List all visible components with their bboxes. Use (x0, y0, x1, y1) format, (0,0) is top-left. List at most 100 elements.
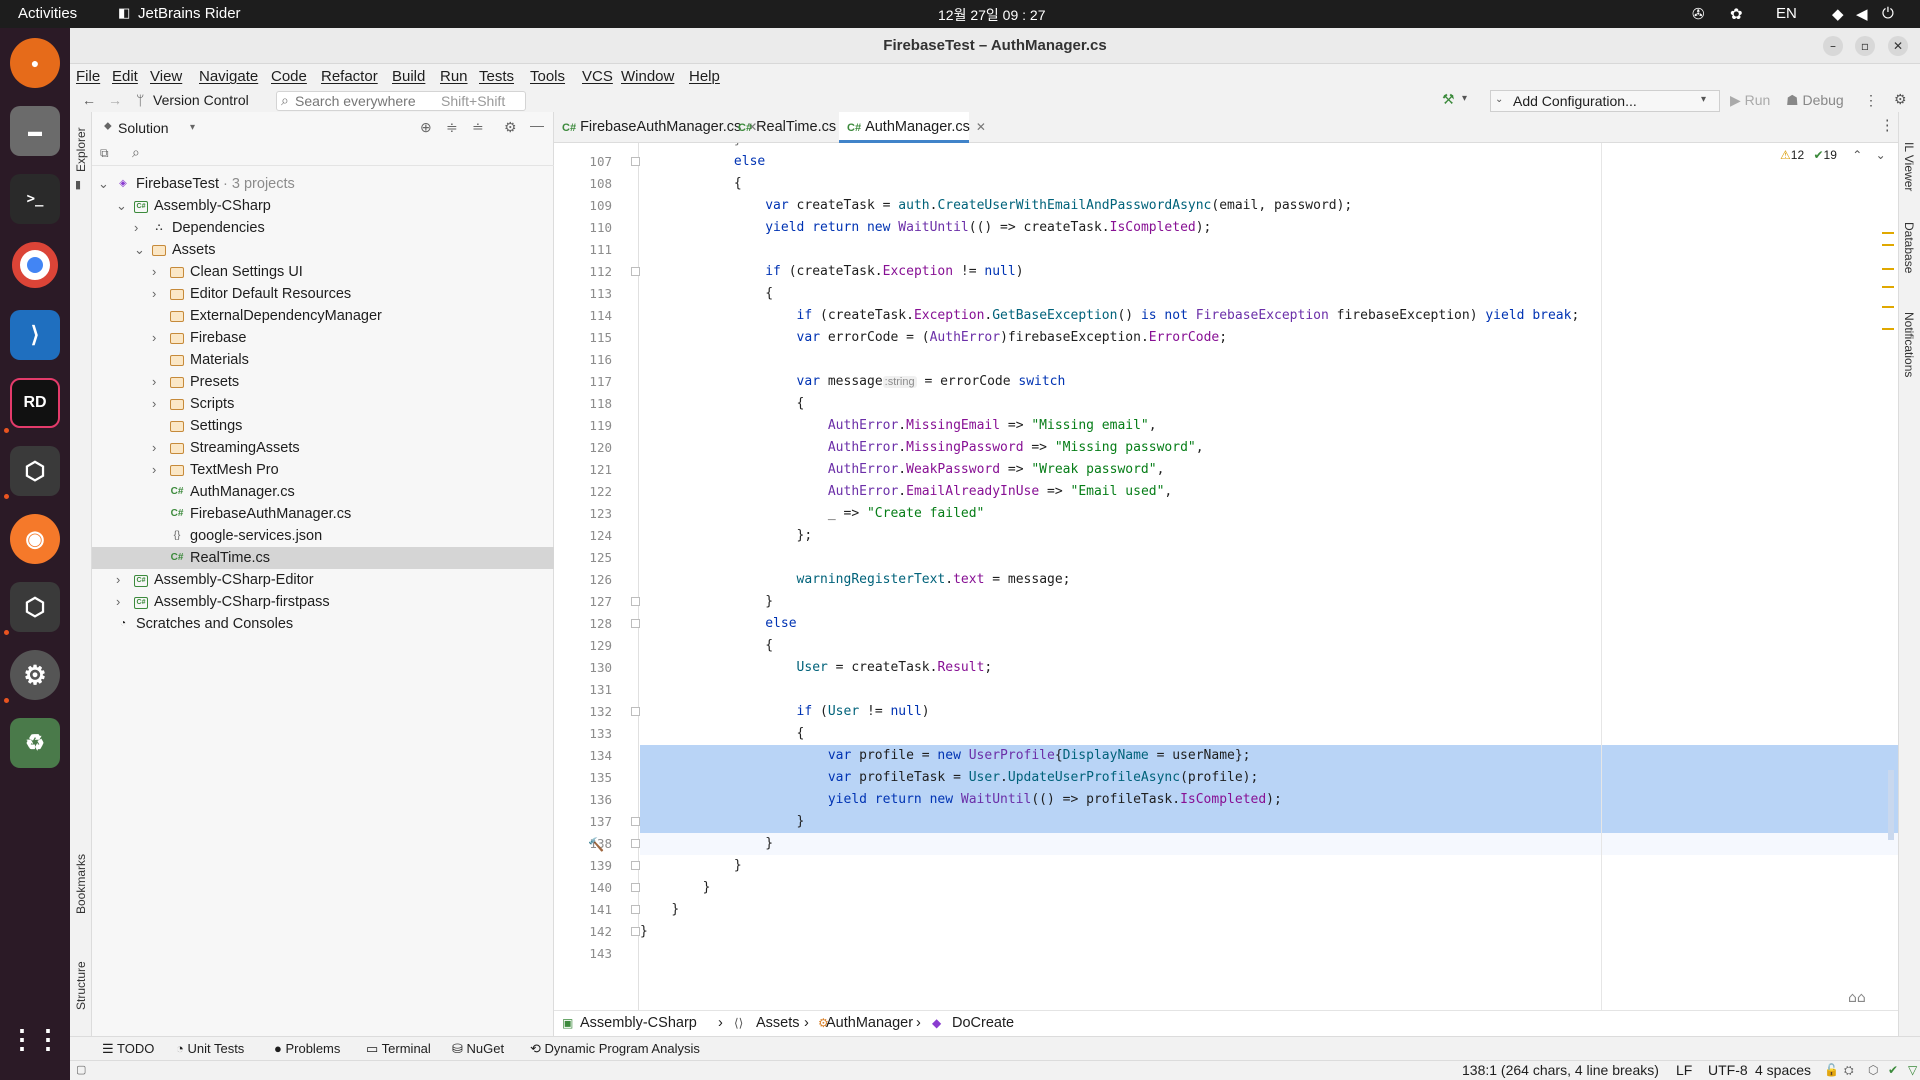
fold-marker-icon[interactable] (631, 619, 640, 628)
trash-icon[interactable]: ♻ (10, 718, 60, 768)
activities-button[interactable]: Activities (18, 5, 77, 22)
build-hammer-gutter-icon[interactable]: 🔨 (588, 838, 604, 853)
dpa-tool-button[interactable]: ⟲ Dynamic Program Analysis (530, 1037, 700, 1060)
fold-marker-icon[interactable] (631, 707, 640, 716)
settings-icon[interactable]: ⚙ (10, 650, 60, 700)
expand-all-icon[interactable]: ≑ (446, 119, 458, 136)
menu-vcs[interactable]: VCS (582, 68, 613, 85)
menu-code[interactable]: Code (271, 68, 307, 85)
blender-icon[interactable]: ◉ (10, 514, 60, 564)
fold-marker-icon[interactable] (631, 157, 640, 166)
vscode-icon[interactable]: ⟩ (10, 310, 60, 360)
tree-item[interactable]: ◔ Scratches and Consoles (92, 613, 554, 635)
collapsed-arrow-icon[interactable]: › (152, 371, 164, 393)
nuget-tool-button[interactable]: ⛁ NuGet (452, 1037, 504, 1060)
fold-marker-icon[interactable] (631, 839, 640, 848)
clock[interactable]: 12월 27일 09 : 27 (938, 5, 1046, 25)
tree-item[interactable]: ⌄ C# Assembly-CSharp (92, 195, 554, 217)
fold-marker-icon[interactable] (631, 883, 640, 892)
collapsed-arrow-icon[interactable]: › (116, 569, 128, 591)
code-editor[interactable]: } else { var createTask = auth.CreateUse… (640, 143, 1898, 1010)
problems-tool-button[interactable]: ● Problems (274, 1037, 340, 1060)
tree-item[interactable]: › C# Assembly-CSharp-firstpass (92, 591, 554, 613)
collapsed-arrow-icon[interactable]: › (152, 393, 164, 415)
lock-icon[interactable]: 🔓 (1824, 1061, 1839, 1080)
back-icon[interactable]: ← (82, 92, 96, 108)
tree-item[interactable]: C# FirebaseAuthManager.cs (92, 503, 554, 525)
tree-item[interactable]: › ⛬ Dependencies (92, 217, 554, 239)
fold-marker-icon[interactable] (631, 817, 640, 826)
menu-file[interactable]: File (76, 68, 100, 85)
more-actions-icon[interactable]: ⋮ (1864, 92, 1878, 109)
tray-indicator-icon[interactable]: ✇ (1692, 5, 1705, 23)
tree-item[interactable]: ExternalDependencyManager (92, 305, 554, 327)
error-stripe-mark[interactable] (1882, 268, 1894, 288)
explorer-search-bar[interactable]: ⧉ ⌕ (92, 144, 554, 166)
tab-firebase-auth-manager[interactable]: C# FirebaseAuthManager.cs ✕ (554, 112, 757, 143)
collapsed-arrow-icon[interactable]: › (152, 327, 164, 349)
explorer-search-icon[interactable]: ⌕ (132, 145, 140, 161)
files-icon[interactable]: ▬ (10, 106, 60, 156)
debug-button[interactable]: ☗ Debug (1786, 92, 1844, 109)
unity-status-icon[interactable]: ⬡ (1868, 1061, 1878, 1080)
tree-item[interactable]: C# RealTime.cs (92, 547, 554, 569)
rider-icon[interactable]: RD (10, 378, 60, 428)
tree-item[interactable]: › C# Assembly-CSharp-Editor (92, 569, 554, 591)
explorer-tool-button[interactable]: Explorer (74, 127, 88, 172)
tree-item[interactable]: › Firebase (92, 327, 554, 349)
inspection-widget[interactable]: ⚠12 ✔19 ⌃ ⌄ (1780, 148, 1886, 162)
editor-scrollbar-thumb[interactable] (1888, 770, 1894, 840)
menu-view[interactable]: View (150, 68, 182, 85)
caret-position[interactable]: 138:1 (264 chars, 4 line breaks) (1462, 1061, 1659, 1080)
tab-auth-manager[interactable]: C# AuthManager.cs ✕ (839, 112, 986, 143)
tab-realtime[interactable]: C#RealTime.cs✕ (730, 112, 852, 143)
collapsed-arrow-icon[interactable]: › (116, 591, 128, 613)
tree-item[interactable]: › Editor Default Resources (92, 283, 554, 305)
menu-window[interactable]: Window (621, 68, 674, 85)
collapsed-arrow-icon[interactable]: › (134, 217, 146, 239)
branch-icon[interactable]: ᛘ (136, 92, 144, 108)
breadcrumb-class[interactable]: AuthManager (826, 1011, 913, 1036)
run-configuration-select[interactable]: ⌄ Add Configuration... ▾ (1490, 90, 1720, 112)
menu-help[interactable]: Help (689, 68, 720, 85)
breadcrumb-namespace[interactable]: Assets (756, 1011, 800, 1036)
collapsed-arrow-icon[interactable]: › (152, 437, 164, 459)
breadcrumb-method[interactable]: DoCreate (952, 1011, 1014, 1036)
breadcrumb-project[interactable]: Assembly-CSharp (580, 1011, 697, 1036)
collapsed-arrow-icon[interactable]: › (152, 459, 164, 481)
tree-item[interactable]: › TextMesh Pro (92, 459, 554, 481)
collapse-all-icon[interactable]: ≐ (472, 119, 484, 136)
error-stripe-mark[interactable] (1882, 306, 1894, 330)
fold-marker-icon[interactable] (631, 927, 640, 936)
tab-options-icon[interactable]: ⋮ (1880, 118, 1895, 134)
structure-tool-button[interactable]: Structure (74, 961, 88, 1010)
filter-icon[interactable]: ⧉ (100, 146, 109, 161)
wifi-icon[interactable]: ◆ (1832, 5, 1844, 23)
power-icon[interactable]: ⏻ (1882, 5, 1894, 22)
reader-mode-icon[interactable]: ⌂⌂ (1848, 990, 1866, 1006)
menu-tests[interactable]: Tests (479, 68, 514, 85)
keyboard-language[interactable]: EN (1776, 5, 1797, 22)
fold-marker-icon[interactable] (631, 861, 640, 870)
expanded-arrow-icon[interactable]: ⌄ (134, 239, 146, 261)
firefox-icon[interactable]: ● (10, 38, 60, 88)
collapsed-arrow-icon[interactable]: › (152, 261, 164, 283)
search-everywhere-box[interactable]: ⌕ Search everywhere Shift+Shift (276, 91, 526, 111)
locate-icon[interactable]: ⊕ (420, 119, 432, 136)
close-window-button[interactable]: ✕ (1888, 36, 1908, 56)
menu-navigate[interactable]: Navigate (199, 68, 258, 85)
tree-item[interactable]: Settings (92, 415, 554, 437)
next-highlight-icon[interactable]: ⌄ (1876, 148, 1886, 162)
forward-icon[interactable]: → (108, 92, 122, 108)
tree-item[interactable]: Materials (92, 349, 554, 371)
menu-refactor[interactable]: Refactor (321, 68, 378, 85)
menu-edit[interactable]: Edit (112, 68, 138, 85)
solution-view-select[interactable]: Solution (118, 120, 169, 136)
close-tab-icon[interactable]: ✕ (976, 120, 986, 134)
unit-tests-tool-button[interactable]: ◔ Unit Tests (176, 1037, 244, 1060)
tree-item[interactable]: › Scripts (92, 393, 554, 415)
collapsed-arrow-icon[interactable]: › (152, 283, 164, 305)
il-viewer-tool-button[interactable]: IL Viewer (1902, 142, 1916, 191)
tree-item[interactable]: C# AuthManager.cs (92, 481, 554, 503)
line-separator[interactable]: LF (1676, 1061, 1692, 1080)
